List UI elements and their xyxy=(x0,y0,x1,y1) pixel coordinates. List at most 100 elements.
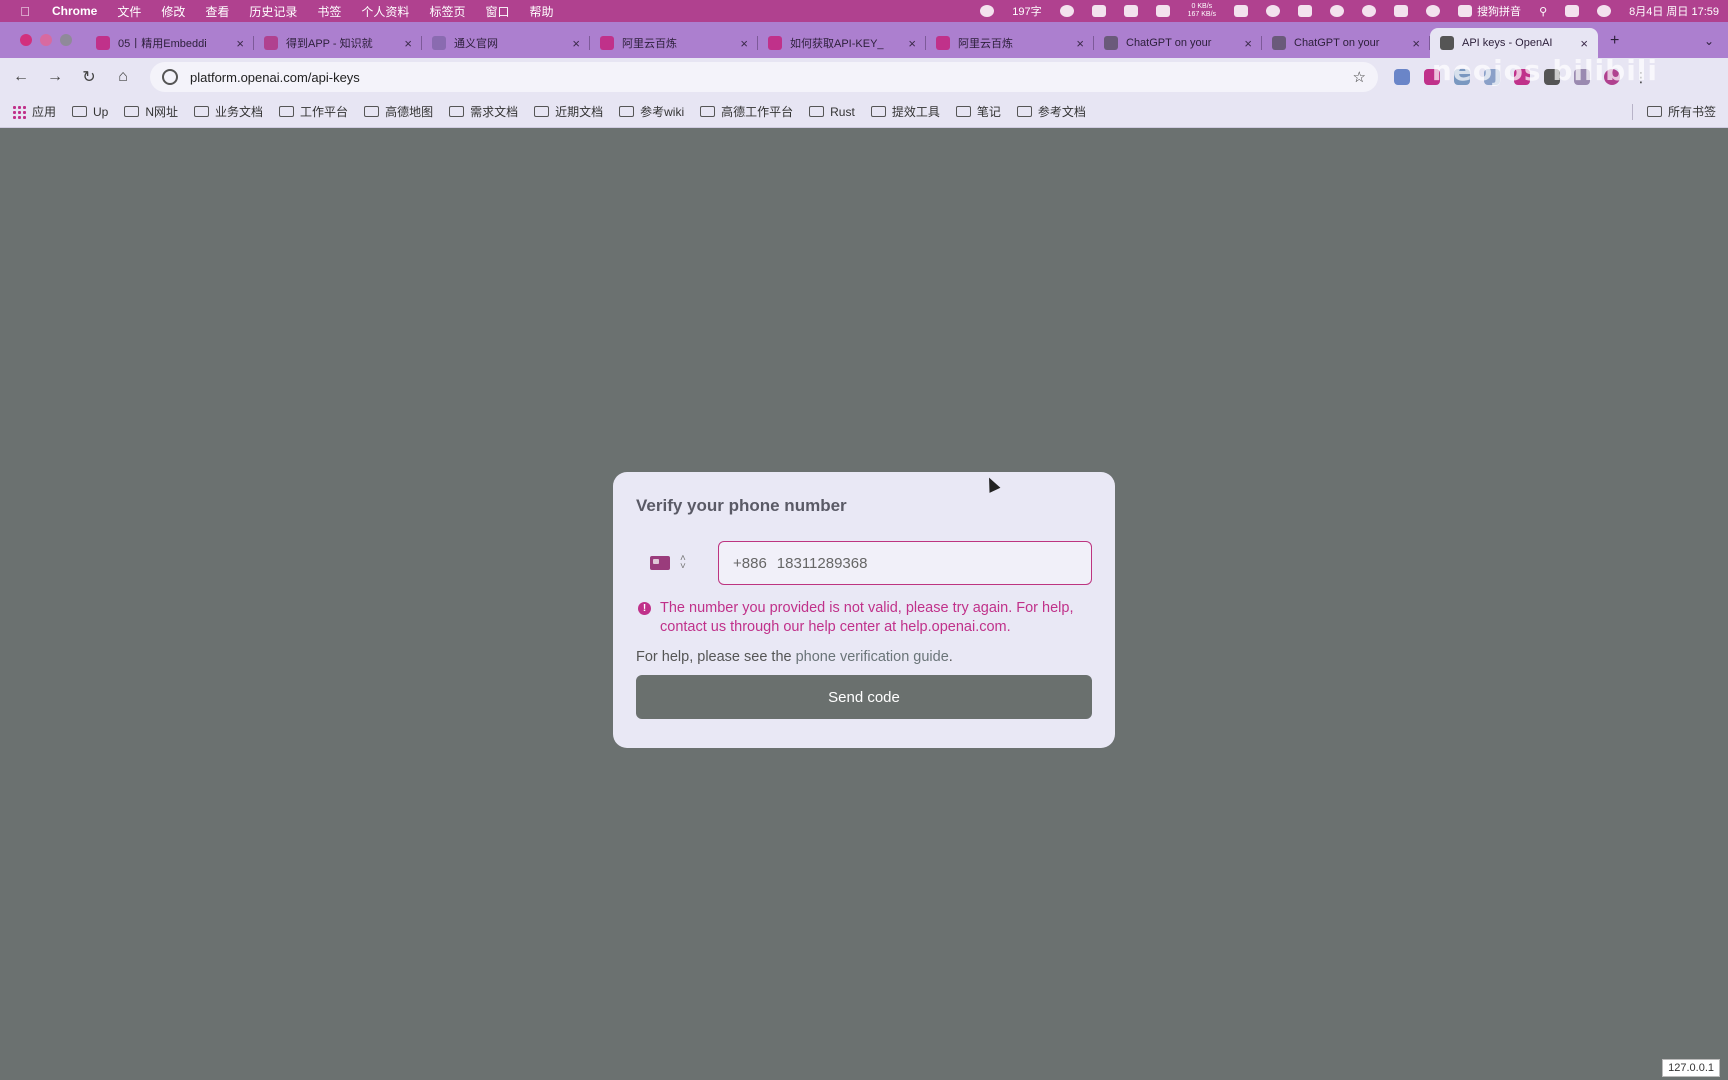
browser-tab[interactable]: 阿里云百炼 × xyxy=(926,28,1094,58)
fullscreen-window-icon[interactable] xyxy=(60,34,72,46)
tab-close-icon[interactable]: × xyxy=(1244,36,1252,51)
emoji-icon[interactable] xyxy=(1051,5,1083,17)
bookmark-folder[interactable]: 参考wiki xyxy=(619,103,684,120)
menu-profiles[interactable]: 个人资料 xyxy=(351,3,419,20)
tab-close-icon[interactable]: × xyxy=(404,36,412,51)
menu-help[interactable]: 帮助 xyxy=(519,3,563,20)
apple-menu-icon[interactable]:  xyxy=(0,4,50,19)
forward-icon[interactable]: → xyxy=(38,68,72,86)
photo-icon[interactable] xyxy=(1289,5,1321,17)
phone-number-value[interactable]: 18311289368 xyxy=(777,555,868,572)
tab-favicon-icon xyxy=(432,36,446,50)
bookmark-apps[interactable]: 应用 xyxy=(12,103,56,120)
tab-close-icon[interactable]: × xyxy=(236,36,244,51)
folder-icon xyxy=(619,106,635,117)
bookmark-star-icon[interactable]: ☆ xyxy=(1353,68,1366,86)
tab-close-icon[interactable]: × xyxy=(908,36,916,51)
bookmark-folder[interactable]: 高德地图 xyxy=(364,103,433,120)
home-icon[interactable]: ⌂ xyxy=(106,68,140,86)
menu-edit[interactable]: 修改 xyxy=(151,3,195,20)
tab-search-icon[interactable]: ⌄ xyxy=(1704,34,1728,58)
site-info-icon[interactable] xyxy=(162,69,178,85)
bookmark-folder[interactable]: N网址 xyxy=(124,103,178,120)
siri-icon[interactable] xyxy=(1588,5,1620,17)
bookmark-folder[interactable]: 提效工具 xyxy=(870,103,940,120)
help-prefix: For help, please see the xyxy=(636,649,796,665)
browser-tab[interactable]: 05丨精用Embeddi × xyxy=(86,28,254,58)
menu-file[interactable]: 文件 xyxy=(107,3,151,20)
menu-history[interactable]: 历史记录 xyxy=(239,3,307,20)
bookmark-folder[interactable]: 参考文档 xyxy=(1016,103,1086,120)
folder-icon xyxy=(809,106,825,117)
bookmarks-divider xyxy=(1631,103,1633,120)
wechat-icon[interactable] xyxy=(1257,5,1289,17)
tab-close-icon[interactable]: × xyxy=(1076,36,1084,51)
tab-close-icon[interactable]: × xyxy=(1412,36,1420,51)
ime-icon[interactable] xyxy=(1115,5,1147,17)
bookmark-folder[interactable]: 需求文档 xyxy=(449,103,518,120)
folder-icon xyxy=(72,106,88,117)
browser-tab[interactable]: 得到APP - 知识就 × xyxy=(254,28,422,58)
tab-title: ChatGPT on your xyxy=(1294,37,1380,49)
net-down: 167 KB/s xyxy=(1187,11,1217,18)
phone-number-input[interactable]: +886 18311289368 xyxy=(718,541,1092,585)
bookmark-folder[interactable]: 笔记 xyxy=(955,103,1001,120)
menu-app-name[interactable]: Chrome xyxy=(50,4,107,18)
folder-icon xyxy=(124,106,140,117)
close-window-icon[interactable] xyxy=(20,34,32,46)
battery-icon[interactable] xyxy=(1385,5,1417,17)
menu-bookmarks[interactable]: 书签 xyxy=(307,3,351,20)
pin-icon[interactable] xyxy=(1225,5,1257,17)
tab-favicon-icon xyxy=(96,36,110,50)
bookmark-folder[interactable]: 高德工作平台 xyxy=(700,103,793,120)
country-selector[interactable]: ˄ ˅ xyxy=(636,554,718,572)
extension-icon[interactable] xyxy=(1394,69,1410,85)
clock[interactable]: 8月4日 周日 17:59 xyxy=(1620,3,1728,19)
address-bar[interactable]: platform.openai.com/api-keys ☆ xyxy=(150,62,1378,92)
folder-icon xyxy=(955,106,971,117)
tab-strip: 05丨精用Embeddi × 得到APP - 知识就 × 通义官网 × 阿里云百炼 × 如何获取… xyxy=(0,22,1728,58)
net-up: 0 KB/s xyxy=(1191,3,1213,10)
phone-verification-guide-link[interactable]: phone verification guide xyxy=(796,649,949,665)
spotlight-icon[interactable]: ⚲ xyxy=(1530,5,1556,18)
folder-icon xyxy=(1646,106,1662,117)
minimize-window-icon[interactable] xyxy=(40,34,52,46)
tab-title: API keys - OpenAI xyxy=(1462,37,1553,49)
browser-tab[interactable]: 阿里云百炼 × xyxy=(590,28,758,58)
bookmark-all[interactable]: 所有书签 xyxy=(1646,103,1716,120)
record-icon[interactable] xyxy=(971,5,1003,17)
bookmark-folder[interactable]: Rust xyxy=(809,103,855,120)
tab-close-icon[interactable]: × xyxy=(1580,36,1588,51)
play-icon[interactable] xyxy=(1353,5,1385,17)
wifi-icon[interactable] xyxy=(1417,5,1449,17)
send-code-button[interactable]: Send code xyxy=(636,675,1092,719)
tab-close-icon[interactable]: × xyxy=(572,36,580,51)
browser-tab[interactable]: ChatGPT on your × xyxy=(1094,28,1262,58)
reload-icon[interactable]: ↻ xyxy=(72,67,106,87)
bookmark-folder[interactable]: 工作平台 xyxy=(279,103,348,120)
bookmarks-bar: 应用 Up N网址 业务文档 工作平台 高德地图 需求文档 近期文档 参考wiki 高德工作平台… xyxy=(0,96,1728,128)
browser-tab[interactable]: ChatGPT on your × xyxy=(1262,28,1430,58)
error-text: The number you provided is not valid, pl… xyxy=(660,600,1074,635)
menu-view[interactable]: 查看 xyxy=(195,3,239,20)
menu-tab[interactable]: 标签页 xyxy=(419,3,475,20)
back-icon[interactable]: ← xyxy=(4,68,38,86)
browser-tab[interactable]: 通义官网 × xyxy=(422,28,590,58)
bookmark-label: 工作平台 xyxy=(300,105,349,119)
mic-icon[interactable] xyxy=(1083,5,1115,17)
control-center-icon[interactable] xyxy=(1556,5,1588,17)
url-text[interactable]: platform.openai.com/api-keys xyxy=(190,70,1353,85)
cat-icon[interactable] xyxy=(1147,5,1179,17)
menu-window[interactable]: 窗口 xyxy=(475,3,519,20)
apps-grid-icon xyxy=(12,104,26,119)
bookmark-folders: Up N网址 业务文档 工作平台 高德地图 需求文档 近期文档 参考wiki 高德工作平台 Rus… xyxy=(72,103,1102,120)
bookmark-folder[interactable]: Up xyxy=(72,103,108,120)
bookmark-folder[interactable]: 业务文档 xyxy=(194,103,263,120)
tab-close-icon[interactable]: × xyxy=(740,36,748,51)
input-method[interactable]: 搜狗拼音 xyxy=(1449,3,1530,19)
error-icon: ! xyxy=(638,602,651,615)
bookmark-folder[interactable]: 近期文档 xyxy=(534,103,603,120)
input-method-label: 搜狗拼音 xyxy=(1477,6,1522,18)
browser-tab[interactable]: 如何获取API-KEY_ × xyxy=(758,28,926,58)
sync-icon[interactable] xyxy=(1321,5,1353,17)
